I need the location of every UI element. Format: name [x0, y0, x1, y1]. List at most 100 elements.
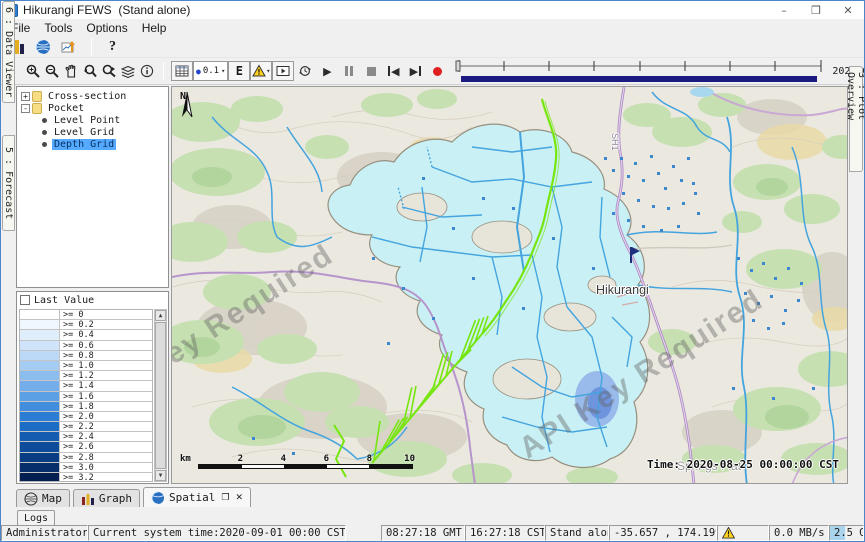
menu-item[interactable]: Tools: [37, 20, 79, 36]
north-arrow: N: [180, 91, 186, 102]
spatial-map-view[interactable]: API Key Required API Key Required N Hiku…: [171, 86, 848, 484]
help-button[interactable]: ?: [103, 39, 122, 55]
animation-settings-clock-icon[interactable]: [294, 60, 316, 82]
contour-scale-dropdown[interactable]: ● 0.1 ▾: [193, 61, 228, 81]
legend-row[interactable]: >= 1.4: [20, 381, 152, 391]
animation-panel-button[interactable]: [272, 61, 294, 81]
slider-handle[interactable]: [456, 61, 460, 71]
time-slider[interactable]: [454, 58, 826, 84]
status-warning-cell[interactable]: [717, 525, 769, 541]
legend-row[interactable]: >= 0.4: [20, 330, 152, 340]
status-local-time: 16:27:18 CST: [465, 525, 545, 541]
status-coordinates: -35.657 , 174.199: [609, 525, 717, 541]
legend-threshold-label: >= 1.2: [60, 371, 97, 380]
legend-row[interactable]: >= 2.4: [20, 432, 152, 442]
info-button[interactable]: [137, 60, 156, 82]
tab-spatial[interactable]: Spatial ❒ ✕: [143, 487, 251, 507]
legend-row[interactable]: >= 0: [20, 310, 152, 320]
legend-row[interactable]: >= 1.2: [20, 371, 152, 381]
menu-item[interactable]: Help: [135, 20, 174, 36]
legend-row[interactable]: >= 0.6: [20, 341, 152, 351]
legend-color-swatch: [20, 330, 60, 339]
title-bar[interactable]: ≈ Hikurangi FEWS (Stand alone) – ❒ ✕: [1, 1, 864, 19]
stop-button[interactable]: [360, 60, 382, 82]
legend-threshold-label: >= 0.2: [60, 320, 97, 329]
chart-display-button[interactable]: [58, 36, 80, 58]
status-gmt-time: 08:27:18 GMT: [381, 525, 465, 541]
side-tab[interactable]: 5 : Forecast: [2, 135, 15, 231]
scrollbar-thumb[interactable]: [155, 322, 166, 469]
pan-hand-button[interactable]: [61, 60, 80, 82]
legend-threshold-label: >= 0.6: [60, 341, 97, 350]
expand-icon[interactable]: +: [21, 92, 30, 101]
tree-item-depth-grid[interactable]: Depth Grid: [17, 138, 168, 150]
node-bullet-icon: [42, 130, 47, 135]
side-tab-plot-overview[interactable]: 3 : Plot Overview: [849, 66, 863, 172]
tree-item-pocket[interactable]: - Pocket: [17, 102, 168, 114]
legend-threshold-label: >= 3.0: [60, 463, 97, 472]
chevron-down-icon: ▾: [221, 67, 225, 75]
maximize-button[interactable]: ❒: [800, 1, 832, 19]
legend-row[interactable]: >= 0.8: [20, 351, 152, 361]
scroll-down-icon[interactable]: ▼: [155, 470, 166, 481]
legend-row[interactable]: >= 2.0: [20, 412, 152, 422]
legend-color-swatch: [20, 463, 60, 472]
zoom-next-button[interactable]: [99, 60, 118, 82]
legend-scrollbar[interactable]: ▲ ▼: [154, 309, 167, 482]
logs-button[interactable]: Logs: [17, 510, 55, 526]
legend-row[interactable]: >= 1.6: [20, 392, 152, 402]
contour-dot-icon: ●: [196, 67, 201, 76]
last-value-checkbox[interactable]: [20, 295, 30, 305]
zoom-out-button[interactable]: [42, 60, 61, 82]
legend-threshold-label: >= 3.2: [60, 473, 97, 482]
skip-to-end-button[interactable]: ▶: [404, 60, 426, 82]
chevron-down-icon: ▾: [266, 67, 270, 75]
record-button[interactable]: [426, 60, 448, 82]
legend-row[interactable]: >= 2.6: [20, 442, 152, 452]
tree-item-cross-section[interactable]: + Cross-section: [17, 90, 168, 102]
tree-item-level-point[interactable]: Level Point: [17, 114, 168, 126]
filter-tree-panel[interactable]: + Cross-section - Pocket Level Point Lev…: [16, 86, 169, 288]
pause-button[interactable]: [338, 60, 360, 82]
map-globe-button[interactable]: [32, 36, 54, 58]
zoom-in-button[interactable]: [23, 60, 42, 82]
application-window: ≈ Hikurangi FEWS (Stand alone) – ❒ ✕ Fil…: [0, 0, 865, 542]
legend-threshold-label: >= 2.2: [60, 422, 97, 431]
tab-close-icon[interactable]: ✕: [235, 493, 243, 503]
scroll-up-icon[interactable]: ▲: [155, 310, 166, 321]
legend-row[interactable]: >= 3.0: [20, 463, 152, 473]
legend-color-swatch: [20, 381, 60, 390]
collapse-icon[interactable]: -: [21, 104, 30, 113]
warning-threshold-button[interactable]: ▾: [250, 61, 272, 81]
legend-row[interactable]: >= 0.2: [20, 320, 152, 330]
longitudinal-profile-button[interactable]: E: [228, 61, 250, 81]
status-user: Administrator: [1, 525, 88, 541]
legend-threshold-label: >= 2.0: [60, 412, 97, 421]
timeline-span-bar: [461, 76, 817, 82]
tab-map[interactable]: Map: [16, 489, 70, 507]
legend-row[interactable]: >= 1.8: [20, 402, 152, 412]
menu-item[interactable]: Options: [79, 20, 134, 36]
legend-row[interactable]: >= 3.2: [20, 473, 152, 482]
skip-to-start-button[interactable]: ▶: [382, 60, 404, 82]
grid-display-button[interactable]: [171, 61, 193, 81]
legend-row[interactable]: >= 1.0: [20, 361, 152, 371]
warning-icon: [722, 527, 735, 539]
scale-tick: 4: [243, 454, 286, 464]
side-tab[interactable]: 6 : Data Viewer: [2, 1, 15, 103]
legend-row[interactable]: >= 2.2: [20, 422, 152, 432]
toolbar-separator: [163, 62, 164, 80]
toolbar-separator: [91, 38, 92, 56]
legend-threshold-label: >= 2.4: [60, 432, 97, 441]
close-button[interactable]: ✕: [832, 1, 864, 19]
minimize-button[interactable]: –: [768, 1, 800, 19]
legend-threshold-label: >= 1.4: [60, 381, 97, 390]
tab-maximize-icon[interactable]: ❒: [221, 493, 229, 503]
layers-button[interactable]: [118, 60, 137, 82]
tree-item-level-grid[interactable]: Level Grid: [17, 126, 168, 138]
legend-row[interactable]: >= 2.8: [20, 453, 152, 463]
play-button[interactable]: ▶: [316, 60, 338, 82]
legend-color-swatch: [20, 351, 60, 360]
tab-graph[interactable]: Graph: [73, 489, 140, 507]
zoom-previous-button[interactable]: [80, 60, 99, 82]
